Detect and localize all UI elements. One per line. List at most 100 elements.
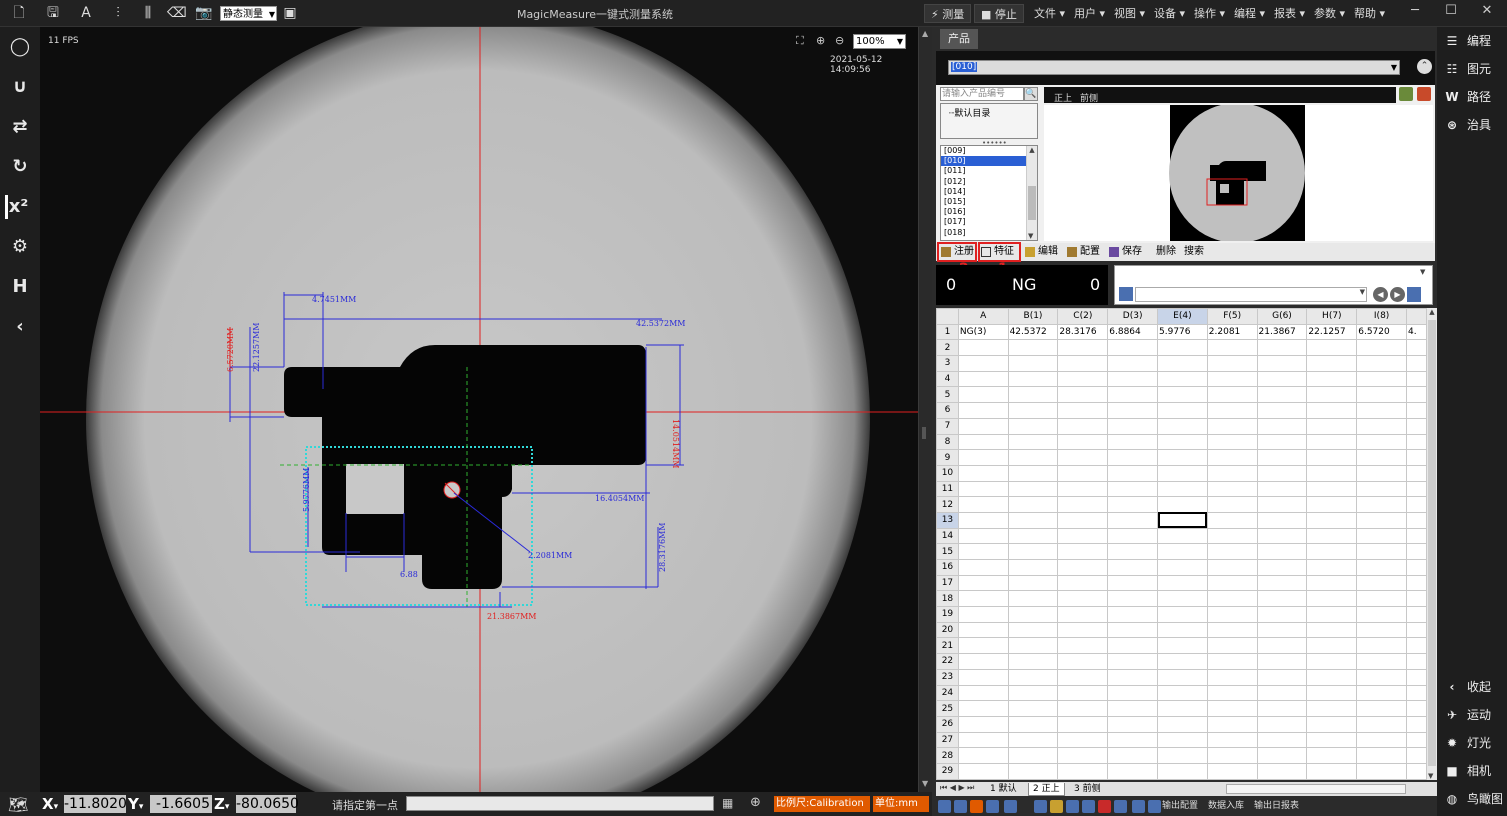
row-header[interactable]: 5	[936, 386, 959, 404]
table-cell[interactable]	[1306, 668, 1358, 686]
table-cell[interactable]	[1306, 527, 1358, 545]
table-cell[interactable]	[1406, 606, 1427, 623]
menu-view[interactable]: 视图 ▾	[1114, 5, 1145, 21]
tab-product[interactable]: 产品	[940, 29, 978, 49]
table-cell[interactable]	[1306, 684, 1358, 702]
row-header[interactable]: 9	[936, 449, 959, 466]
table-cell[interactable]	[1157, 762, 1208, 780]
list-item[interactable]: [009]	[941, 146, 1037, 156]
row-header[interactable]: 24	[936, 684, 959, 702]
table-cell[interactable]	[1406, 417, 1427, 435]
table-cell[interactable]	[1157, 543, 1208, 560]
table-cell[interactable]	[1157, 339, 1208, 357]
scale-select[interactable]: 比例尺:Calibration▼	[774, 796, 882, 812]
table-cell[interactable]	[1107, 433, 1159, 451]
table-cell[interactable]	[1157, 715, 1208, 733]
list-item[interactable]: [010]	[941, 156, 1037, 167]
sheet-tab-front[interactable]: 3 前侧	[1070, 783, 1105, 796]
scroll-down-icon[interactable]: ▼	[1028, 232, 1033, 240]
splitter-handle[interactable]	[922, 427, 926, 439]
table-cell[interactable]	[1107, 684, 1159, 702]
table-cell[interactable]	[1057, 606, 1109, 623]
table-cell[interactable]	[1157, 402, 1208, 419]
table-cell[interactable]	[1057, 433, 1109, 451]
table-cell[interactable]	[1356, 668, 1407, 686]
row-header[interactable]: 17	[936, 574, 959, 592]
table-cell[interactable]	[957, 433, 1009, 451]
list-item[interactable]: [018]	[941, 228, 1037, 238]
table-cell[interactable]	[1206, 433, 1258, 451]
zoom-select[interactable]: 100% ▼	[853, 34, 906, 49]
table-cell[interactable]	[1206, 527, 1258, 545]
table-cell[interactable]	[1306, 480, 1358, 498]
table-cell[interactable]	[1256, 700, 1308, 717]
table-cell[interactable]	[1306, 559, 1358, 576]
move-up-icon[interactable]	[1132, 800, 1145, 813]
table-cell[interactable]	[1306, 747, 1358, 764]
row-header[interactable]: 27	[936, 731, 959, 749]
table-cell[interactable]	[1157, 496, 1208, 513]
table-cell[interactable]	[1007, 762, 1059, 780]
table-cell[interactable]	[1256, 590, 1308, 608]
table-cell[interactable]	[1107, 511, 1159, 529]
row-header[interactable]: 14	[936, 527, 959, 545]
table-cell[interactable]	[1406, 590, 1427, 608]
table-cell[interactable]	[1057, 496, 1109, 513]
table-cell[interactable]	[1206, 715, 1258, 733]
table-cell[interactable]	[1406, 543, 1427, 560]
zoom-in-icon[interactable]	[938, 800, 951, 813]
table-cell[interactable]	[1256, 684, 1308, 702]
measure-button[interactable]: ⚡ 测量	[924, 4, 972, 23]
table-cell[interactable]	[1306, 574, 1358, 592]
config-button[interactable]: 配置	[1066, 245, 1100, 259]
map-icon[interactable]: 🗺	[8, 795, 28, 814]
row-header[interactable]: 15	[936, 543, 959, 560]
table-cell[interactable]	[1157, 574, 1208, 592]
table-cell[interactable]	[957, 355, 1009, 372]
nav-program[interactable]: ☰ 编程	[1443, 31, 1491, 51]
table-cell[interactable]	[1206, 559, 1258, 576]
table-cell[interactable]	[1356, 355, 1407, 372]
table-cell[interactable]	[1007, 527, 1059, 545]
list-item[interactable]: [014]	[941, 187, 1037, 197]
table-cell[interactable]: 6.5720	[1356, 323, 1407, 341]
scroll-thumb[interactable]	[1028, 186, 1036, 220]
table-cell[interactable]	[1356, 417, 1407, 435]
table-cell[interactable]	[1157, 653, 1208, 670]
zoom-icon[interactable]: ⊕	[750, 795, 761, 810]
sliders-icon[interactable]: ⫼	[139, 4, 157, 22]
table-cell[interactable]	[1306, 511, 1358, 529]
table-cell[interactable]	[1356, 449, 1407, 466]
column-header[interactable]	[1406, 308, 1427, 325]
table-cell[interactable]	[1406, 527, 1427, 545]
table-cell[interactable]	[957, 511, 1009, 529]
table-cell[interactable]	[1107, 700, 1159, 717]
table-cell[interactable]	[1057, 762, 1109, 780]
remove-image-icon[interactable]	[1417, 87, 1431, 101]
table-cell[interactable]	[1406, 731, 1427, 749]
table-cell[interactable]	[1007, 355, 1059, 372]
table-cell[interactable]	[957, 480, 1009, 498]
table-cell[interactable]	[1356, 715, 1407, 733]
table-cell[interactable]	[1306, 464, 1358, 482]
table-cell[interactable]	[1107, 715, 1159, 733]
table-cell[interactable]	[1356, 370, 1407, 388]
column-header[interactable]: D(3)	[1107, 308, 1159, 325]
table-cell[interactable]	[1306, 606, 1358, 623]
cycle-icon[interactable]: ↻	[8, 155, 32, 179]
table-cell[interactable]	[1256, 496, 1308, 513]
product-list[interactable]: [009] [010] [011] [012] [014] [015] [016] [017]…	[940, 145, 1038, 241]
list-item[interactable]: [011]	[941, 166, 1037, 176]
table-cell[interactable]	[1406, 574, 1427, 592]
table-cell[interactable]	[957, 606, 1009, 623]
table-cell[interactable]	[1356, 637, 1407, 655]
zoom-out-icon[interactable]: ⊖	[835, 34, 844, 47]
table-cell[interactable]	[1057, 417, 1109, 435]
table-cell[interactable]	[1256, 355, 1308, 372]
grid-icon[interactable]	[986, 800, 999, 813]
table-cell[interactable]	[957, 653, 1009, 670]
table-cell[interactable]	[1306, 653, 1358, 670]
table-cell[interactable]	[1007, 417, 1059, 435]
table-cell[interactable]	[1356, 700, 1407, 717]
table-cell[interactable]	[1007, 511, 1059, 529]
